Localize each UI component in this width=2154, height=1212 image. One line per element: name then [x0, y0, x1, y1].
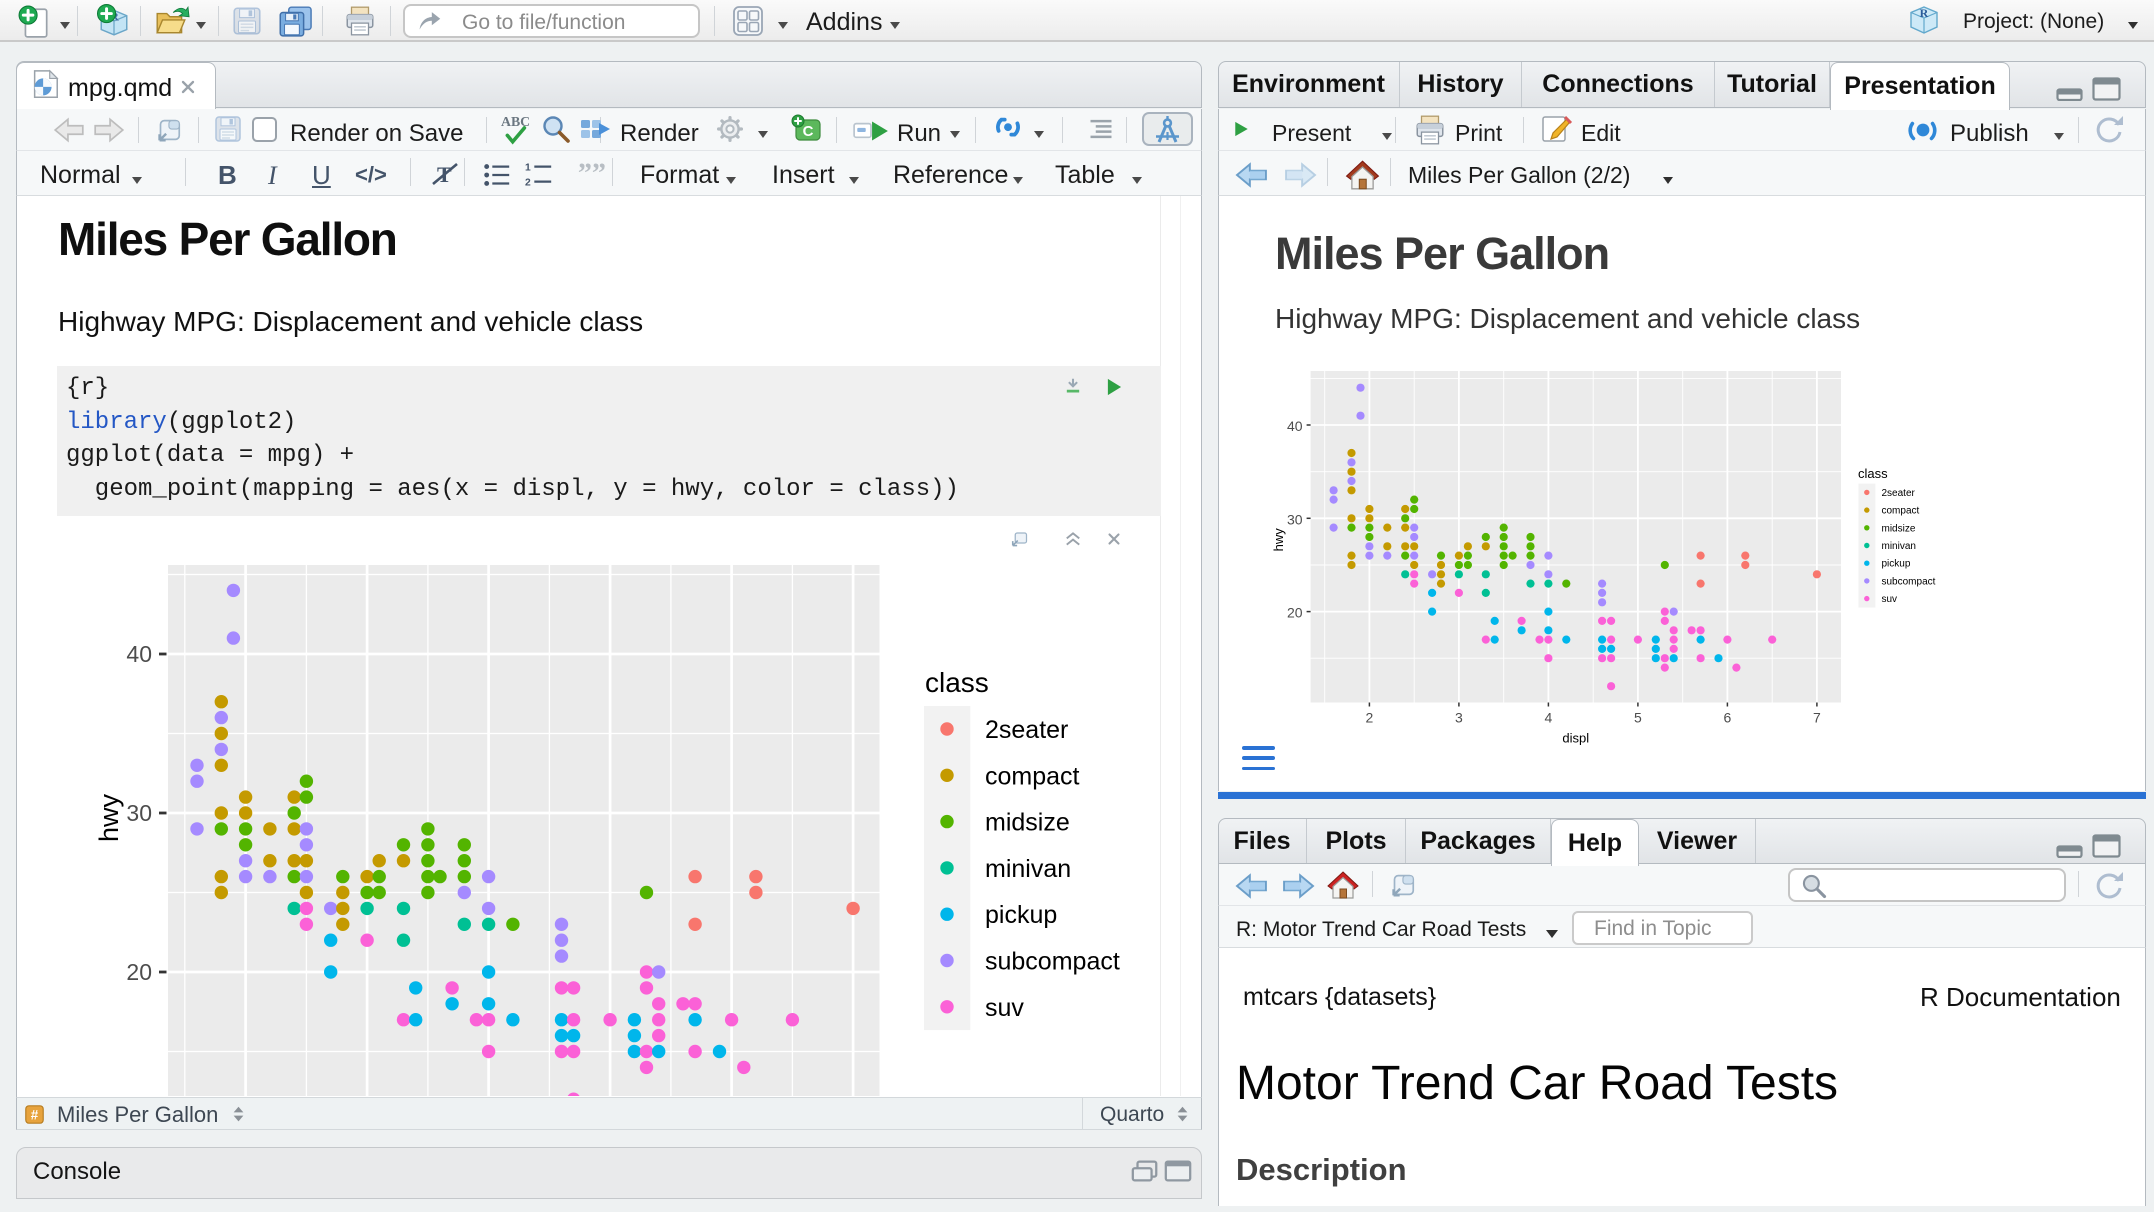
svg-text:midsize: midsize	[985, 809, 1070, 837]
svg-text:compact: compact	[985, 762, 1080, 790]
svg-text:class: class	[925, 667, 989, 698]
svg-text:minivan: minivan	[1882, 541, 1916, 552]
svg-text:hwy: hwy	[1271, 528, 1286, 552]
svg-text:5: 5	[1634, 710, 1642, 726]
svg-text:2: 2	[525, 177, 531, 188]
svg-text:7: 7	[1813, 710, 1821, 726]
svg-text:3: 3	[1455, 710, 1463, 726]
svg-text:20: 20	[126, 959, 152, 985]
svg-text:suv: suv	[1882, 594, 1898, 605]
svg-text:pickup: pickup	[985, 901, 1057, 929]
svg-text:””: ””	[578, 158, 606, 188]
svg-text:pickup: pickup	[1882, 559, 1911, 570]
svg-text:displ: displ	[1562, 731, 1589, 746]
svg-text:6: 6	[1724, 710, 1732, 726]
svg-text:midsize: midsize	[1882, 523, 1916, 534]
svg-text:subcompact: subcompact	[1882, 576, 1936, 587]
svg-text:30: 30	[1287, 511, 1303, 527]
svg-text:C: C	[803, 123, 814, 140]
svg-text:ABC: ABC	[501, 114, 530, 129]
svg-text:2seater: 2seater	[1882, 488, 1916, 499]
svg-text:4: 4	[1545, 710, 1553, 726]
svg-text:2: 2	[1366, 710, 1374, 726]
svg-text:30: 30	[126, 800, 152, 826]
svg-text:suv: suv	[985, 994, 1024, 1022]
svg-text:40: 40	[1287, 418, 1303, 434]
svg-text:1: 1	[525, 162, 531, 173]
svg-text:2seater: 2seater	[985, 716, 1068, 744]
svg-text:hwy: hwy	[94, 793, 124, 842]
svg-text:R: R	[1920, 6, 1929, 20]
svg-text:class: class	[1858, 466, 1888, 481]
svg-text:minivan: minivan	[985, 855, 1071, 883]
svg-text:#: #	[31, 1107, 39, 1122]
svg-text:20: 20	[1287, 605, 1303, 621]
svg-text:subcompact: subcompact	[985, 948, 1120, 976]
svg-text:40: 40	[126, 641, 152, 667]
svg-text:compact: compact	[1882, 506, 1920, 517]
